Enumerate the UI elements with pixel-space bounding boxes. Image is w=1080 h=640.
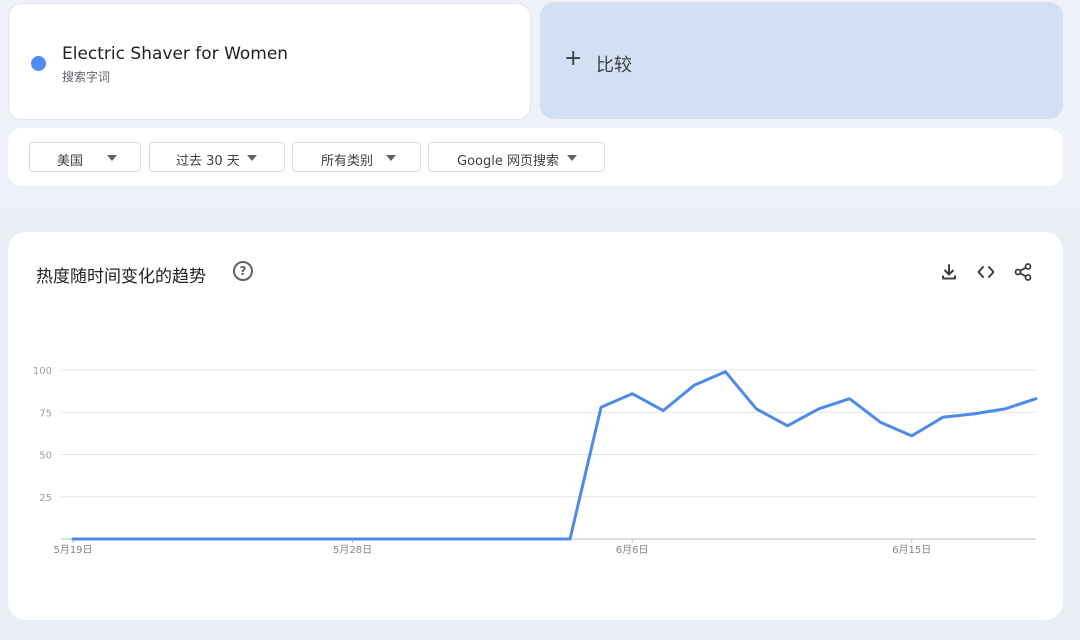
x-tick-label: 5月19日 bbox=[53, 544, 92, 556]
region-filter-dropdown[interactable]: 美国 bbox=[29, 142, 141, 172]
trend-chart: 25 50 75 100 5月19日 5月28日 6月6日 6月15日 bbox=[33, 366, 1038, 556]
chevron-down-icon bbox=[247, 155, 257, 161]
y-tick-label: 25 bbox=[39, 493, 52, 504]
plus-icon: + bbox=[564, 46, 583, 71]
compare-label: 比较 bbox=[596, 55, 632, 76]
series-color-dot bbox=[31, 56, 46, 71]
time-range-filter-label: 过去 30 天 bbox=[176, 154, 240, 169]
search-term-card[interactable]: Electric Shaver for Women 搜索字词 bbox=[8, 3, 531, 120]
x-tick-label: 5月28日 bbox=[333, 544, 372, 556]
search-term-subtitle: 搜索字词 bbox=[62, 70, 111, 84]
search-type-filter-label: Google 网页搜索 bbox=[457, 154, 559, 169]
series-line bbox=[71, 370, 1038, 541]
chevron-down-icon bbox=[107, 155, 117, 161]
x-tick-label: 6月6日 bbox=[616, 544, 649, 556]
y-tick-label: 100 bbox=[33, 366, 52, 377]
filter-bar: 美国 过去 30 天 所有类别 Google 网页搜索 bbox=[8, 128, 1063, 186]
chevron-down-icon bbox=[567, 155, 577, 161]
region-filter-label: 美国 bbox=[57, 154, 84, 169]
chevron-down-icon bbox=[386, 155, 396, 161]
search-type-filter-dropdown[interactable]: Google 网页搜索 bbox=[428, 142, 605, 172]
interest-over-time-card: 热度随时间变化的趋势 ? 25 50 75 100 5月19日 5月28日 6月6日 6月15… bbox=[8, 232, 1063, 620]
compare-button[interactable]: + 比较 bbox=[540, 2, 1063, 119]
y-tick-label: 50 bbox=[39, 451, 52, 462]
category-filter-dropdown[interactable]: 所有类别 bbox=[292, 142, 421, 172]
y-tick-label: 75 bbox=[39, 408, 52, 419]
category-filter-label: 所有类别 bbox=[321, 154, 374, 169]
x-tick-label: 6月15日 bbox=[892, 544, 931, 556]
time-range-filter-dropdown[interactable]: 过去 30 天 bbox=[149, 142, 285, 172]
search-term-title: Electric Shaver for Women bbox=[62, 44, 289, 64]
